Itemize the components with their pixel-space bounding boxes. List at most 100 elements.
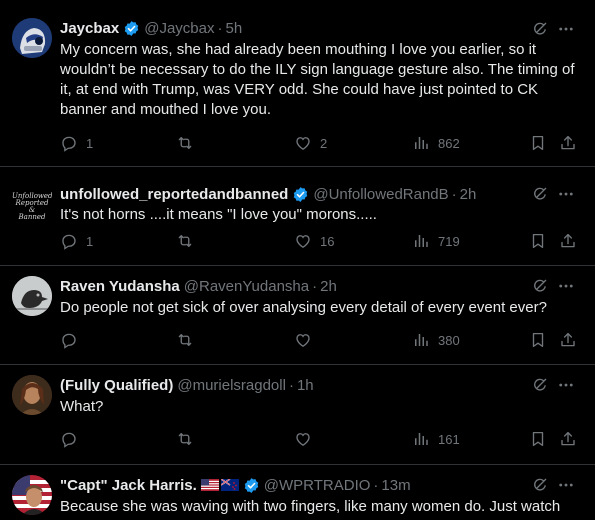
reply-count: 1 [86,135,94,151]
user-handle[interactable]: @murielsragdoll [177,377,286,394]
like-count: 2 [320,135,328,151]
tweet-text: What? [60,398,104,415]
separator-dot: · [288,376,294,394]
display-name[interactable]: Jaycbax [60,20,119,37]
share-button[interactable] [559,134,577,152]
display-name[interactable]: Raven Yudansha [60,278,180,295]
timestamp[interactable]: 2h [320,278,337,295]
tweet-actions: 1 2 862 [60,134,585,154]
bookmark-button[interactable] [529,232,547,250]
grok-icon[interactable] [531,376,549,394]
retweet-button[interactable] [176,232,202,250]
like-button[interactable]: 16 [294,232,334,250]
verified-badge-icon [292,186,309,203]
grok-icon[interactable] [531,185,549,203]
views-button[interactable]: 719 [412,232,460,250]
tweet[interactable]: Jaycbax @Jaycbax · 5h My concern was, sh… [0,0,595,167]
heart-icon [294,134,312,152]
bookmark-button[interactable] [529,134,547,152]
tweet[interactable]: "Capt" Jack Harris. @WPRTRADIO · 13m Bec… [0,465,595,520]
bookmark-icon [529,232,547,250]
tweet-header: Raven Yudansha @RavenYudansha · 2h [60,276,525,296]
avatar[interactable] [12,18,52,58]
views-chart-icon [412,331,430,349]
like-button[interactable]: 2 [294,134,327,152]
user-handle[interactable]: @UnfollowedRandB [313,186,448,203]
retweet-icon [176,134,194,152]
like-button[interactable] [294,430,320,448]
retweet-button[interactable] [176,430,202,448]
share-button[interactable] [559,232,577,250]
reply-button[interactable]: 1 [60,134,93,152]
reply-button[interactable]: 1 [60,232,93,250]
tweet-header: Jaycbax @Jaycbax · 5h [60,18,525,38]
avatar[interactable] [12,475,52,515]
bookmark-button[interactable] [529,331,547,349]
display-name[interactable]: (Fully Qualified) [60,377,173,394]
views-button[interactable]: 380 [412,331,460,349]
views-button[interactable]: 161 [412,430,460,448]
like-count: 16 [320,233,335,249]
avatar[interactable] [12,276,52,316]
user-handle[interactable]: @RavenYudansha [184,278,309,295]
separator-dot: · [451,185,457,203]
views-chart-icon [412,232,430,250]
share-icon [559,134,577,152]
reply-icon [60,331,78,349]
retweet-icon [176,232,194,250]
tweet-text: My concern was, she had already been mou… [60,41,575,118]
user-handle[interactable]: @WPRTRADIO [264,477,371,494]
like-button[interactable] [294,331,320,349]
tweet-actions: 1 16 719 [60,232,585,252]
avatar[interactable]: Unfollowed Reported & Banned [12,184,52,224]
tweet-actions: 161 [60,430,585,450]
more-options-icon[interactable] [557,376,575,394]
view-count: 161 [438,431,460,447]
share-button[interactable] [559,430,577,448]
more-options-icon[interactable] [557,185,575,203]
share-icon [559,430,577,448]
retweet-button[interactable] [176,331,202,349]
tweet[interactable]: (Fully Qualified) @murielsragdoll · 1h W… [0,365,595,465]
more-options-icon[interactable] [557,20,575,38]
separator-dot: · [312,277,318,295]
user-handle[interactable]: @Jaycbax [144,20,214,37]
avatar-text-line: Banned [18,213,46,221]
tweet-header: (Fully Qualified) @murielsragdoll · 1h [60,375,525,395]
grok-icon[interactable] [531,277,549,295]
view-count: 719 [438,233,460,249]
retweet-icon [176,331,194,349]
retweet-button[interactable] [176,134,202,152]
timestamp[interactable]: 1h [297,377,314,394]
more-options-icon[interactable] [557,476,575,494]
bookmark-icon [529,134,547,152]
reply-button[interactable] [60,430,86,448]
tweet[interactable]: Unfollowed Reported & Banned unfollowed_… [0,167,595,266]
display-name[interactable]: unfollowed_reportedandbanned [60,186,288,203]
timestamp[interactable]: 13m [381,477,410,494]
separator-dot: · [217,19,223,37]
grok-icon[interactable] [531,20,549,38]
heart-icon [294,331,312,349]
share-button[interactable] [559,331,577,349]
flag-emojis [200,479,239,491]
display-name[interactable]: "Capt" Jack Harris. [60,477,197,494]
views-button[interactable]: 862 [412,134,460,152]
tweet-text: Because she was waving with two fingers,… [60,498,561,515]
reply-button[interactable] [60,331,86,349]
view-count: 380 [438,332,460,348]
grok-icon[interactable] [531,476,549,494]
timestamp[interactable]: 5h [225,20,242,37]
more-options-icon[interactable] [557,277,575,295]
avatar[interactable] [12,375,52,415]
tweet[interactable]: Raven Yudansha @RavenYudansha · 2h Do pe… [0,266,595,365]
timestamp[interactable]: 2h [460,186,477,203]
tweet-text: It's not horns ....it means "I love you"… [60,206,377,223]
view-count: 862 [438,135,460,151]
verified-badge-icon [243,477,260,494]
bookmark-icon [529,331,547,349]
reply-icon [60,134,78,152]
bookmark-button[interactable] [529,430,547,448]
separator-dot: · [373,476,379,494]
share-icon [559,331,577,349]
